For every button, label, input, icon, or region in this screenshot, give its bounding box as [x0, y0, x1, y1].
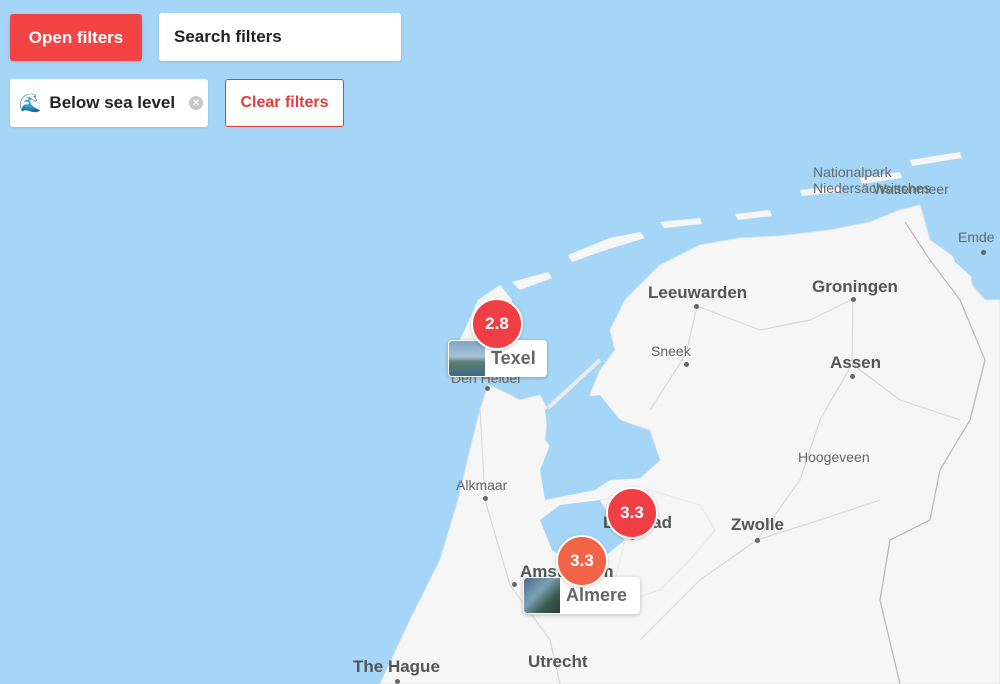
place-dot [851, 297, 856, 302]
place-dot [483, 496, 488, 501]
place-label: Wattenmeer [873, 181, 949, 197]
search-input[interactable] [172, 26, 401, 48]
place-dot [755, 538, 760, 543]
search-filters-box[interactable] [159, 13, 401, 61]
place-label: Emde [958, 229, 995, 245]
place-label: Assen [830, 353, 882, 372]
place-dot [694, 304, 699, 309]
almere-thumbnail [524, 578, 560, 613]
cluster-badge[interactable]: 3.3 [606, 487, 658, 539]
active-filter-chip[interactable]: 🌊 Below sea level ✕ [10, 79, 208, 127]
place-dot [395, 679, 400, 684]
place-label: Sneek [651, 343, 691, 359]
score-badge[interactable]: 2.8 [471, 298, 523, 350]
marker-name: Almere [566, 585, 628, 605]
score-badge[interactable]: 3.3 [556, 535, 608, 587]
place-label: Hoogeveen [798, 449, 870, 465]
place-dot [485, 386, 490, 391]
clear-filters-button[interactable]: Clear filters [225, 79, 344, 127]
open-filters-button[interactable]: Open filters [10, 14, 142, 61]
marker-name: Texel [491, 348, 536, 368]
place-label: The Hague [353, 657, 440, 676]
place-dot [512, 582, 517, 587]
place-label: Leeuwarden [648, 283, 748, 302]
place-label: Alkmaar [456, 477, 508, 493]
texel-thumbnail [449, 341, 485, 376]
place-label: Utrecht [528, 652, 588, 671]
place-dot [850, 374, 855, 379]
close-circle-icon[interactable]: ✕ [189, 96, 204, 110]
place-label: Groningen [812, 277, 898, 296]
filter-chip-label: Below sea level [49, 93, 176, 112]
wave-icon: 🌊 [19, 93, 42, 113]
place-label: Zwolle [731, 515, 784, 534]
place-dot [684, 362, 689, 367]
place-dot [981, 250, 986, 255]
